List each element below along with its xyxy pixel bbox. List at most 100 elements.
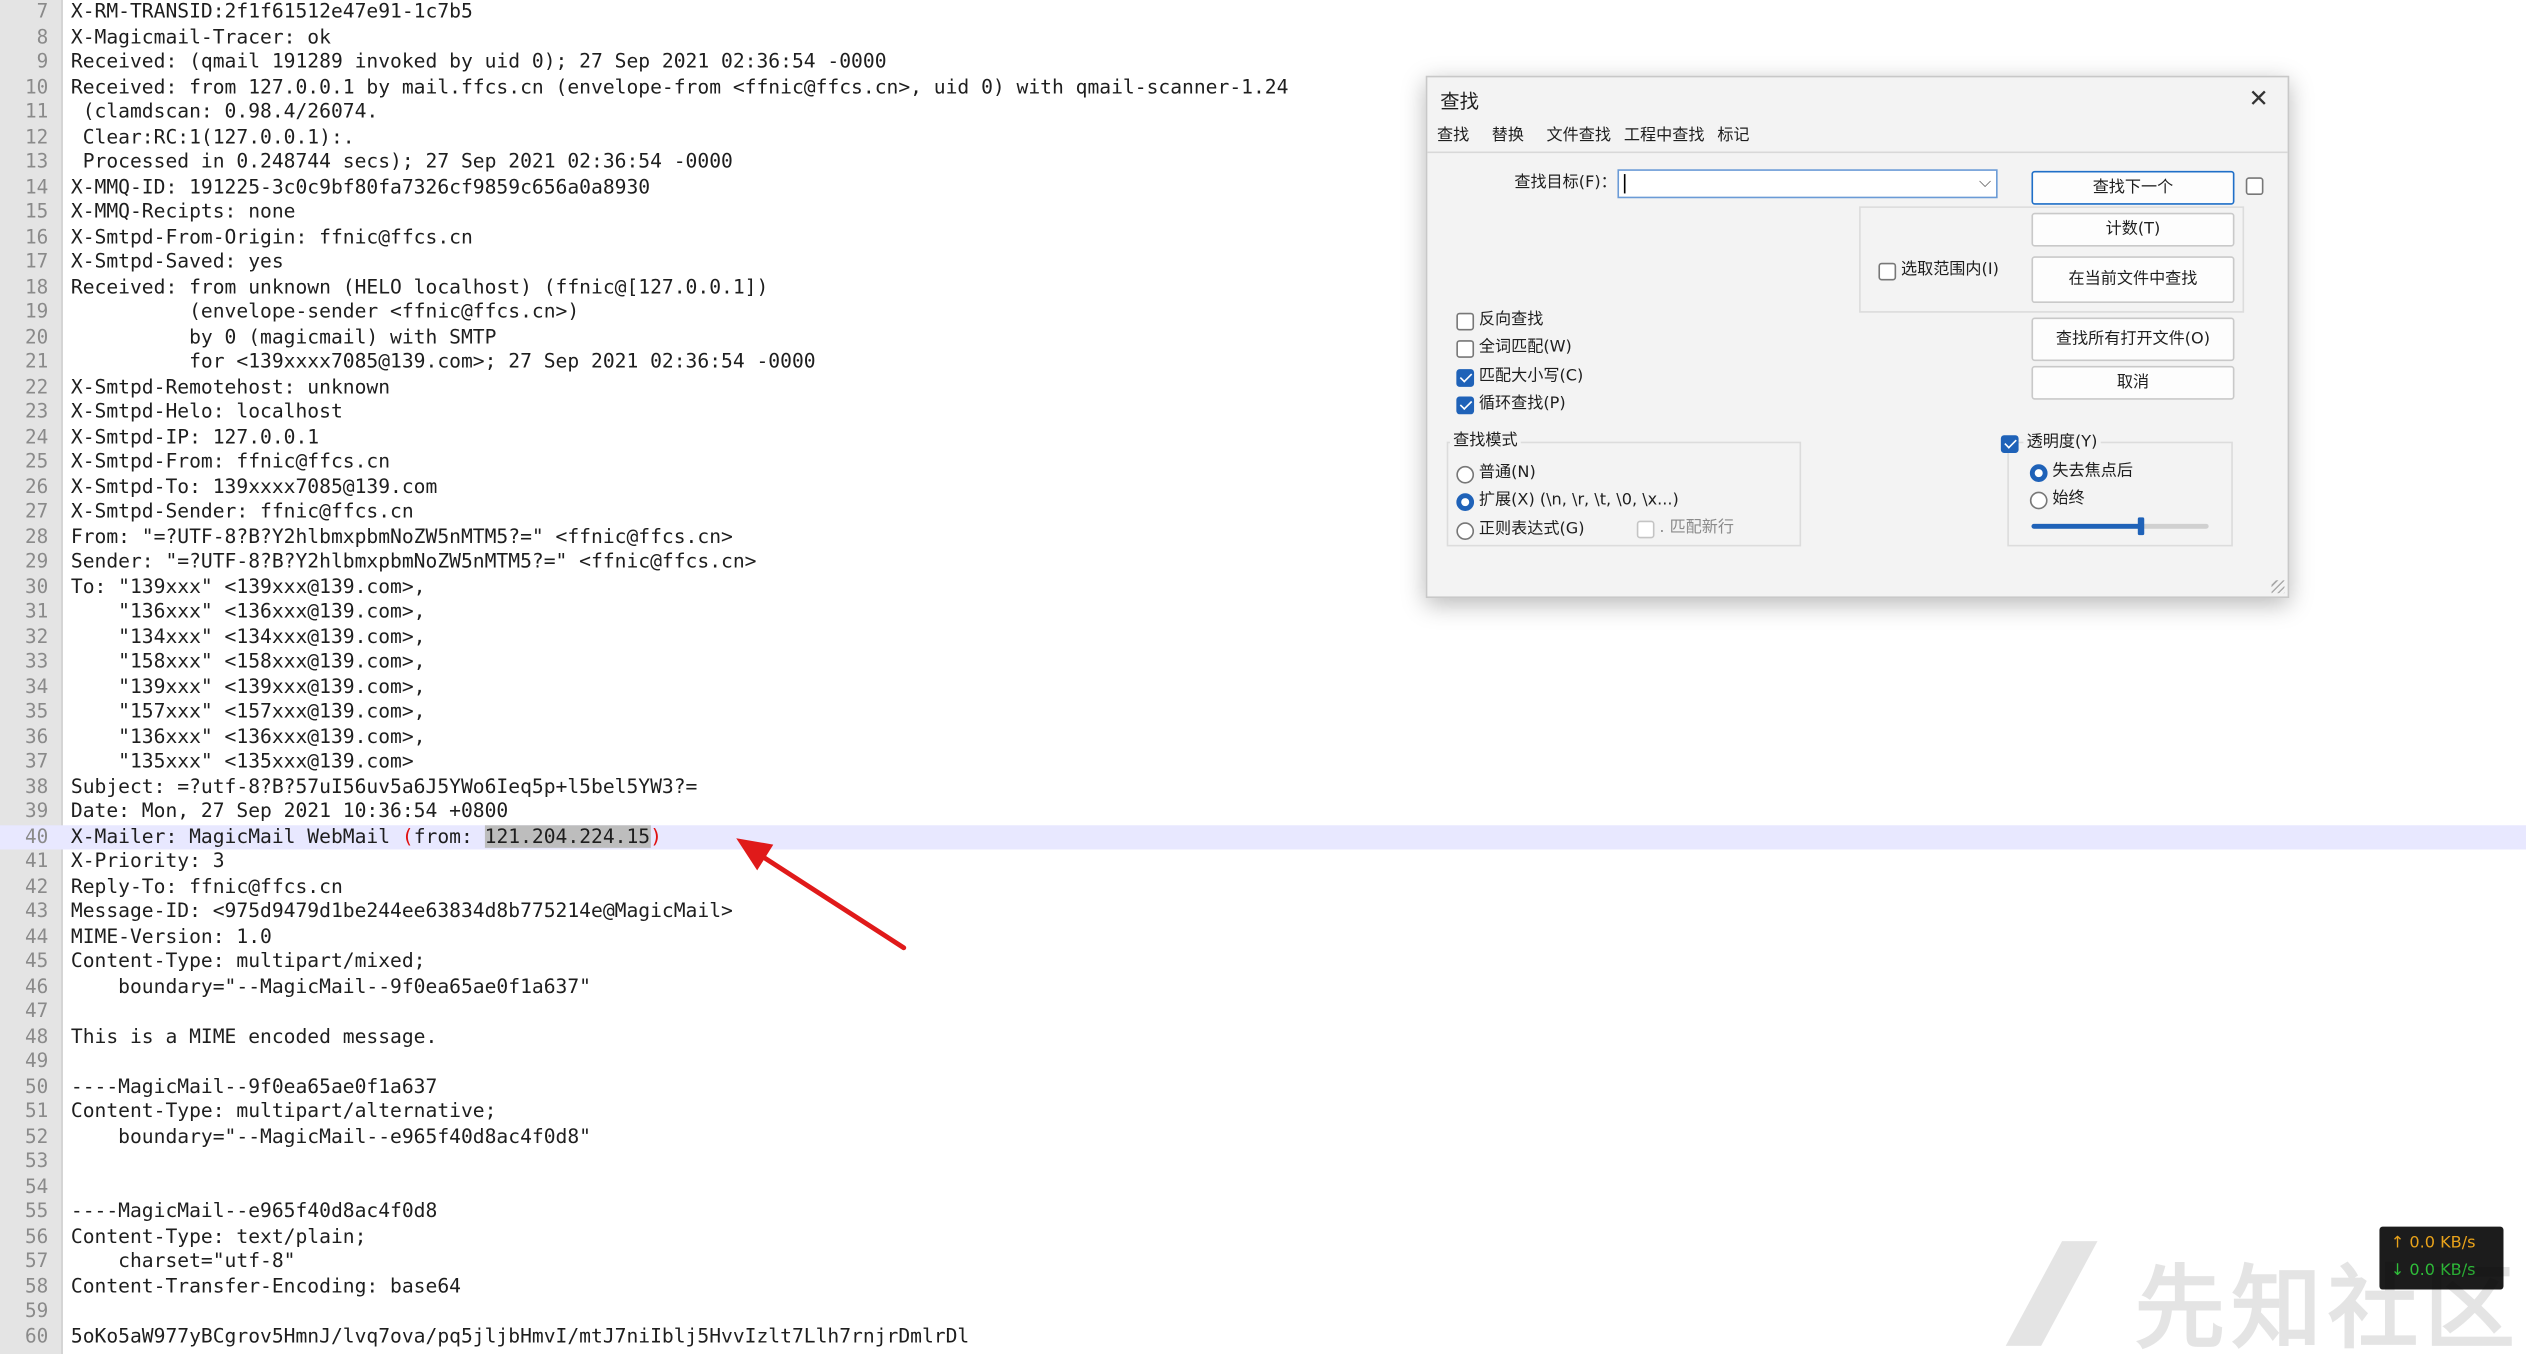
close-icon[interactable]: ✕ [2243, 82, 2275, 114]
transparency-slider[interactable] [2031, 517, 2209, 536]
editor-line[interactable]: 42 Reply-To: ffnic@ffcs.cn [0, 874, 2526, 899]
transparency-slider-thumb[interactable] [2138, 517, 2145, 536]
line-number: 18 [25, 274, 49, 298]
find-next-option-checkbox[interactable] [2245, 177, 2264, 196]
editor-line[interactable]: 41 X-Priority: 3 [0, 849, 2526, 874]
reverse-search-checkbox[interactable] [1456, 312, 1475, 331]
tab-find-in-project[interactable]: 工程中查找 [1619, 123, 1709, 152]
count-button[interactable]: 计数(T) [2031, 212, 2235, 247]
editor-line[interactable]: 48 This is a MIME encoded message. [0, 1024, 2526, 1049]
line-number: 19 [25, 299, 49, 323]
mode-normal-radio[interactable] [1456, 465, 1475, 484]
editor-line[interactable]: 45 Content-Type: multipart/mixed; [0, 949, 2526, 974]
line-text: MIME-Version: 1.0 [70, 924, 272, 947]
tab-find[interactable]: 查找 [1432, 122, 1475, 152]
editor-line[interactable]: 38 Subject: =?utf-8?B?57uI56uv5a6J5YWo6Ie… [0, 775, 2526, 800]
line-number: 40 [25, 824, 49, 848]
line-number: 9 [36, 49, 49, 73]
editor-line[interactable]: 47 [0, 999, 2526, 1024]
on-lose-focus-label: 失去焦点后 [2052, 462, 2133, 481]
editor-line[interactable]: 37 "135xxx" <135xxx@139.com> [0, 750, 2526, 775]
cancel-button[interactable]: 取消 [2031, 365, 2235, 400]
line-number: 31 [25, 599, 49, 623]
editor-line[interactable]: 36 "136xxx" <136xxx@139.com>, [0, 725, 2526, 750]
mode-extended-radio[interactable] [1456, 493, 1475, 511]
editor-line[interactable]: 46 boundary="--MagicMail--9f0ea65ae0f1a6… [0, 974, 2526, 999]
line-text: Received: from 127.0.0.1 by mail.ffcs.cn… [70, 74, 1289, 98]
line-number: 56 [25, 1224, 49, 1247]
editor-line[interactable]: 51 Content-Type: multipart/alternative; [0, 1099, 2526, 1124]
line-number: 50 [25, 1074, 49, 1097]
editor-line[interactable]: 40 X-Mailer: MagicMail WebMail (from: 121… [0, 824, 2526, 850]
line-text: Message-ID: <975d9479d1be244ee63834d8b77… [70, 899, 733, 923]
editor-line[interactable]: 32 "134xxx" <134xxx@139.com>, [0, 625, 2526, 650]
editor-line[interactable]: 50 ----MagicMail--9f0ea65ae0f1a637 [0, 1074, 2526, 1099]
line-text: This is a MIME encoded message. [70, 1024, 438, 1047]
always-radio[interactable] [2029, 491, 2048, 510]
resize-grip-icon[interactable] [2271, 580, 2285, 594]
find-in-current-file-button[interactable]: 在当前文件中查找 [2031, 256, 2235, 304]
wrap-around-checkbox[interactable] [1456, 396, 1475, 415]
line-text: X-Smtpd-IP: 127.0.0.1 [70, 424, 320, 448]
line-number: 30 [25, 574, 49, 598]
wrap-around-label: 循环查找(P) [1478, 394, 1566, 413]
editor-line[interactable]: 55 ----MagicMail--e965f40d8ac4f0d8 [0, 1199, 2526, 1224]
reverse-search-label: 反向查找 [1478, 311, 1544, 329]
find-dialog: 查找 ✕ 查找 替换 文件查找 工程中查找 标记 查找目标(F)： ⌵ 查找下一… [1425, 75, 2290, 599]
editor-line[interactable]: 49 [0, 1049, 2526, 1074]
editor-line[interactable]: 34 "139xxx" <139xxx@139.com>, [0, 675, 2526, 700]
on-lose-focus-radio[interactable] [2029, 464, 2048, 482]
search-mode-title: 查找模式 [1449, 430, 1521, 453]
editor-line[interactable]: 31 "136xxx" <136xxx@139.com>, [0, 600, 2526, 625]
editor-line[interactable]: 8 X-Magicmail-Tracer: ok [0, 25, 2526, 50]
editor-line[interactable]: 43 Message-ID: <975d9479d1be244ee63834d8b… [0, 899, 2526, 924]
line-number: 37 [25, 749, 49, 773]
find-all-open-files-button[interactable]: 查找所有打开文件(O) [2031, 317, 2235, 362]
editor-line[interactable]: 35 "157xxx" <157xxx@139.com>, [0, 700, 2526, 725]
whole-word-label: 全词匹配(W) [1478, 338, 1572, 357]
line40-from: from: [413, 824, 485, 848]
line-text: Clear:RC:1(127.0.0.1):. [70, 124, 355, 148]
search-target-label: 查找目标(F)： [1514, 174, 1617, 192]
transparency-checkbox[interactable] [2000, 435, 2019, 453]
match-newline-checkbox[interactable] [1636, 520, 1655, 539]
line-text: X-Smtpd-Remotehost: unknown [70, 374, 391, 398]
line-number: 39 [25, 799, 49, 823]
mode-regex-radio[interactable] [1456, 522, 1475, 540]
editor-line[interactable]: 44 MIME-Version: 1.0 [0, 924, 2526, 949]
line-text: 5oKo5aW977yBCgrov5HmnJ/lvq7ova/pq5jljbHm… [70, 1324, 970, 1347]
editor-line[interactable]: 33 "158xxx" <158xxx@139.com>, [0, 650, 2526, 675]
editor-line[interactable]: 7 X-RM-TRANSID:2f1f61512e47e91-1c7b5 [0, 0, 2526, 25]
line-text: X-MMQ-Recipts: none [70, 199, 296, 223]
editor-line[interactable]: 39 Date: Mon, 27 Sep 2021 10:36:54 +0800 [0, 800, 2526, 825]
line-number: 35 [25, 699, 49, 723]
tab-divider [1427, 151, 2288, 154]
line-text: (clamdscan: 0.98.4/26074. [70, 99, 379, 123]
tab-find-in-files[interactable]: 文件查找 [1542, 123, 1616, 152]
text-caret [1623, 174, 1626, 194]
editor-line[interactable]: 52 boundary="--MagicMail--e965f40d8ac4f0… [0, 1124, 2526, 1149]
editor-line[interactable]: 53 [0, 1149, 2526, 1174]
match-case-checkbox[interactable] [1456, 369, 1475, 387]
line-number: 16 [25, 224, 49, 248]
tab-mark[interactable]: 标记 [1712, 123, 1754, 152]
line-number: 57 [25, 1249, 49, 1272]
search-input[interactable]: ⌵ [1617, 169, 1998, 199]
dialog-title: 查找 [1440, 90, 1479, 113]
line-number: 34 [25, 674, 49, 698]
selected-ip-text: 121.204.224.15 [484, 824, 651, 848]
in-selection-checkbox[interactable] [1878, 262, 1897, 281]
editor-line[interactable]: 9 Received: (qmail 191289 invoked by uid … [0, 50, 2526, 75]
line-number: 33 [25, 649, 49, 673]
chevron-down-icon[interactable]: ⌵ [1979, 171, 1991, 197]
editor-line[interactable]: 54 [0, 1174, 2526, 1199]
line-number: 52 [25, 1124, 49, 1147]
line40-open: ( [401, 824, 414, 848]
whole-word-checkbox[interactable] [1456, 340, 1475, 358]
tab-replace[interactable]: 替换 [1487, 123, 1529, 152]
find-next-button[interactable]: 查找下一个 [2031, 170, 2235, 205]
watermark-logo-icon [2005, 1241, 2098, 1346]
line-text: Subject: =?utf-8?B?57uI56uv5a6J5YWo6Ieq5… [70, 774, 698, 798]
transparency-slider-fill [2031, 523, 2142, 529]
line-number: 47 [25, 999, 49, 1022]
